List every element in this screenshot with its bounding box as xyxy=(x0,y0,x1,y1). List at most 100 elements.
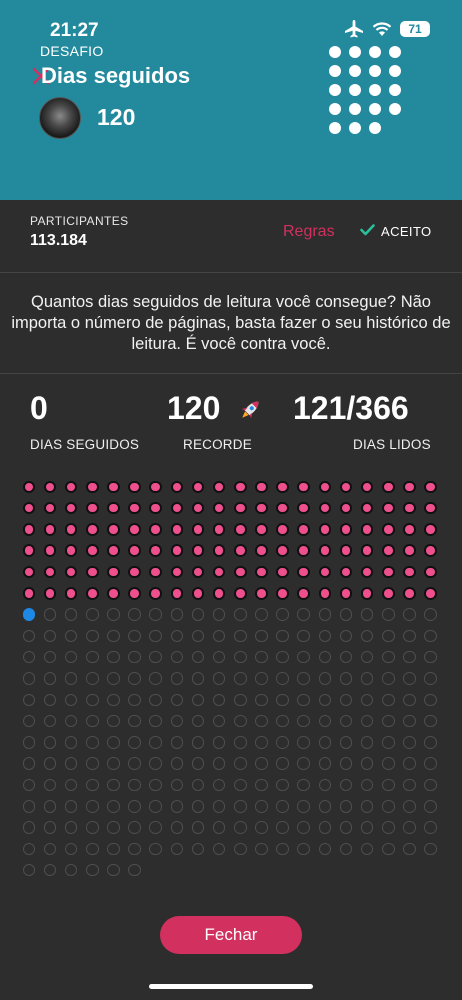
calendar-day-unread xyxy=(255,757,268,770)
calendar-day-unread xyxy=(382,629,395,643)
calendar-day-unread xyxy=(318,650,332,664)
calendar-day-streak xyxy=(85,544,99,557)
calendar-day-unread xyxy=(64,800,78,813)
calendar-day-unread xyxy=(149,672,162,685)
calendar-day-unread xyxy=(382,821,395,834)
calendar-day-streak xyxy=(64,480,78,494)
calendar-day-streak xyxy=(360,565,374,579)
calendar-day-unread xyxy=(170,693,184,707)
calendar-day-unread xyxy=(43,650,57,664)
logo-dot xyxy=(389,84,401,96)
rules-link[interactable]: Regras xyxy=(283,223,335,241)
calendar-day-unread xyxy=(212,714,226,728)
accepted-label: ACEITO xyxy=(381,224,432,239)
logo-dot xyxy=(329,84,341,96)
calendar-day-unread xyxy=(276,608,289,621)
avatar[interactable] xyxy=(39,97,81,139)
calendar-day-unread xyxy=(382,778,395,792)
calendar-day-unread xyxy=(85,714,99,728)
calendar-day-unread xyxy=(234,736,247,749)
calendar-day-streak xyxy=(360,587,374,600)
logo-dots-icon xyxy=(329,46,429,136)
calendar-day-unread xyxy=(339,800,353,813)
calendar-day-unread xyxy=(360,842,374,856)
calendar-day-unread xyxy=(339,608,353,621)
calendar-day-unread xyxy=(255,842,268,856)
calendar-day-streak xyxy=(234,480,247,494)
logo-dot xyxy=(369,84,381,96)
calendar-day-streak xyxy=(276,587,289,600)
calendar-day-streak xyxy=(360,480,374,494)
calendar-day-streak xyxy=(234,587,247,600)
calendar-day-unread xyxy=(276,629,289,643)
calendar-day-unread xyxy=(360,714,374,728)
calendar-day-streak xyxy=(297,480,311,494)
calendar-day-streak xyxy=(360,501,374,515)
calendar-day-unread xyxy=(149,629,162,643)
calendar-day-unread xyxy=(43,736,57,749)
calendar-day-unread xyxy=(85,629,99,643)
calendar-day-unread xyxy=(424,842,437,856)
calendar-day-unread xyxy=(255,629,268,643)
calendar-day-streak xyxy=(170,523,184,536)
logo-dot xyxy=(369,122,381,134)
calendar-day-streak xyxy=(170,565,184,579)
calendar-day-unread xyxy=(403,693,416,707)
calendar-day-streak xyxy=(403,544,416,557)
accepted-status[interactable]: ACEITO xyxy=(360,224,432,239)
calendar-day-unread xyxy=(149,821,162,834)
logo-dot xyxy=(349,122,361,134)
calendar-day-streak xyxy=(382,565,395,579)
calendar-day-unread xyxy=(22,757,36,770)
status-time: 21:27 xyxy=(50,20,99,41)
calendar-day-streak xyxy=(191,544,205,557)
calendar-day-unread xyxy=(382,736,395,749)
calendar-day-streak xyxy=(107,565,120,579)
calendar-day-unread xyxy=(85,736,99,749)
calendar-day-unread xyxy=(191,757,205,770)
home-indicator[interactable] xyxy=(149,984,313,989)
calendar-day-streak xyxy=(85,587,99,600)
calendar-day-streak xyxy=(212,587,226,600)
calendar-day-unread xyxy=(234,778,247,792)
calendar-day-streak xyxy=(339,523,353,536)
calendar-day-streak xyxy=(64,501,78,515)
calendar-day-unread xyxy=(234,800,247,813)
calendar-day-unread xyxy=(85,672,99,685)
calendar-day-unread xyxy=(149,714,162,728)
rocket-icon xyxy=(236,396,264,424)
calendar-day-unread xyxy=(276,821,289,834)
calendar-day-unread xyxy=(43,863,57,877)
calendar-day-unread xyxy=(424,650,437,664)
header-count: 120 xyxy=(97,104,136,130)
calendar-day-unread xyxy=(297,629,311,643)
calendar-day-unread xyxy=(403,608,416,621)
calendar-day-streak xyxy=(22,565,36,579)
calendar-day-unread xyxy=(318,821,332,834)
participants-count: 113.184 xyxy=(30,232,87,249)
calendar-day-streak xyxy=(339,544,353,557)
calendar-day-unread xyxy=(382,672,395,685)
challenge-title: Dias seguidos xyxy=(41,63,191,88)
calendar-day-streak xyxy=(360,544,374,557)
calendar-day-unread xyxy=(339,842,353,856)
calendar-day-unread xyxy=(212,800,226,813)
close-button[interactable]: Fechar xyxy=(160,916,302,954)
calendar-day-today xyxy=(22,608,36,621)
calendar-day-unread xyxy=(255,821,268,834)
calendar-day-streak xyxy=(424,565,437,579)
calendar-day-unread xyxy=(85,757,99,770)
calendar-day-unread xyxy=(382,842,395,856)
calendar-day-streak xyxy=(382,480,395,494)
calendar-day-unread xyxy=(403,821,416,834)
calendar-day-streak xyxy=(107,523,120,536)
calendar-day-streak xyxy=(149,587,162,600)
calendar-day-streak xyxy=(297,523,311,536)
calendar-day-streak xyxy=(318,544,332,557)
calendar-day-unread xyxy=(149,757,162,770)
calendar-day-streak xyxy=(22,544,36,557)
calendar-day-unread xyxy=(191,800,205,813)
calendar-day-unread xyxy=(255,693,268,707)
calendar-day-streak xyxy=(191,523,205,536)
calendar-day-streak xyxy=(255,523,268,536)
